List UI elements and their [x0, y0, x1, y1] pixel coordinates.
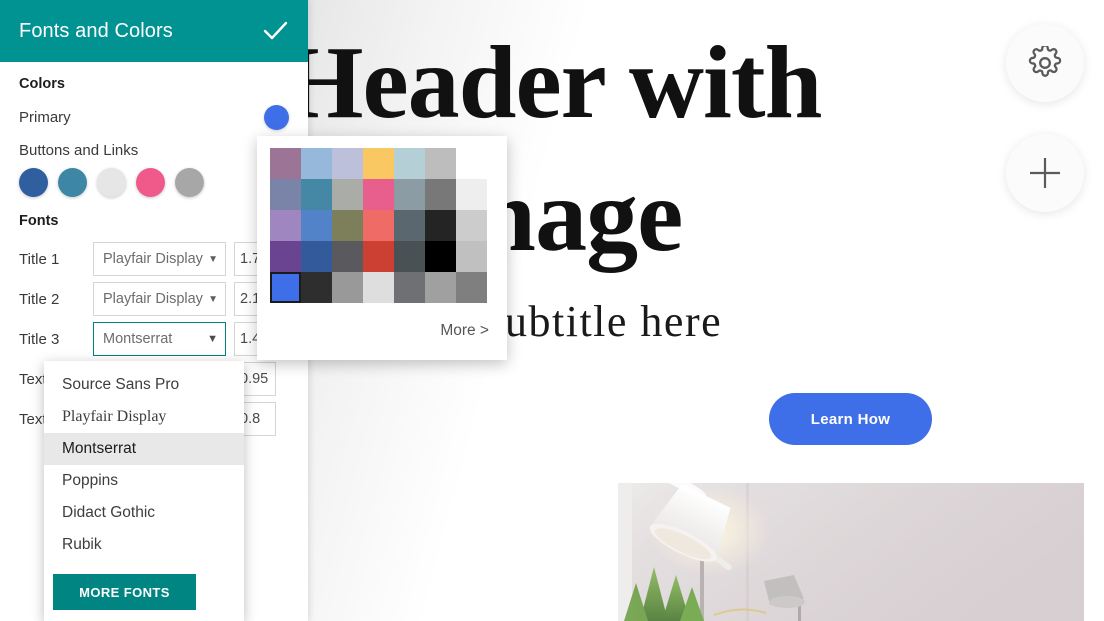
check-icon[interactable] — [260, 18, 290, 44]
font-select-value: Playfair Display — [103, 291, 203, 307]
fonts-section-label: Fonts — [19, 213, 59, 229]
color-swatch-26[interactable] — [425, 241, 456, 272]
plus-icon — [1025, 153, 1065, 193]
buttons-links-swatches — [19, 168, 289, 197]
desk-lamp-photo — [618, 483, 1084, 621]
color-swatch-28[interactable] — [270, 272, 301, 303]
color-swatch-12[interactable] — [425, 179, 456, 210]
color-swatch-15[interactable] — [301, 210, 332, 241]
primary-color-swatch[interactable] — [264, 104, 289, 130]
color-swatch-11[interactable] — [394, 179, 425, 210]
color-swatch-7[interactable] — [270, 179, 301, 210]
color-swatch-10[interactable] — [363, 179, 394, 210]
font-row-label: Title 1 — [19, 250, 60, 268]
font-option-montserrat[interactable]: Montserrat — [44, 433, 244, 465]
font-option-poppins[interactable]: Poppins — [44, 465, 244, 497]
font-option-source-sans-pro[interactable]: Source Sans Pro — [44, 369, 244, 401]
color-swatch-32[interactable] — [394, 272, 425, 303]
color-swatch-21[interactable] — [270, 241, 301, 272]
color-swatch-16[interactable] — [332, 210, 363, 241]
button-link-color-swatch-2[interactable] — [97, 168, 126, 197]
color-swatch-20[interactable] — [456, 210, 487, 241]
button-link-color-swatch-3[interactable] — [136, 168, 165, 197]
primary-color-label: Primary — [19, 108, 71, 126]
add-fab-button[interactable] — [1006, 134, 1084, 212]
font-select-title-2[interactable]: Playfair Display ▼ — [93, 282, 226, 316]
font-dropdown-menu: Source Sans Pro Playfair Display Montserra… — [44, 361, 244, 621]
color-swatch-2[interactable] — [332, 148, 363, 179]
font-dropdown-list: Source Sans Pro Playfair Display Montserra… — [44, 369, 244, 561]
button-link-color-swatch-0[interactable] — [19, 168, 48, 197]
font-select-value: Playfair Display — [103, 251, 203, 267]
font-select-title-3[interactable]: Montserrat ▼ — [93, 322, 226, 356]
color-swatch-17[interactable] — [363, 210, 394, 241]
sidebar-header: Fonts and Colors — [0, 0, 308, 62]
font-option-playfair-display[interactable]: Playfair Display — [44, 401, 244, 433]
gear-icon — [1028, 46, 1062, 80]
color-swatch-31[interactable] — [363, 272, 394, 303]
color-swatch-30[interactable] — [332, 272, 363, 303]
font-row-3: Title 3 Montserrat ▼ 1.4 — [19, 319, 289, 359]
color-swatch-33[interactable] — [425, 272, 456, 303]
font-row-2: Title 2 Playfair Display ▼ 2.1 — [19, 279, 289, 319]
color-picker-popup: More > — [257, 136, 507, 360]
color-swatch-25[interactable] — [394, 241, 425, 272]
color-swatch-23[interactable] — [332, 241, 363, 272]
button-link-color-swatch-4[interactable] — [175, 168, 204, 197]
color-swatch-8[interactable] — [301, 179, 332, 210]
color-swatch-18[interactable] — [394, 210, 425, 241]
color-swatch-9[interactable] — [332, 179, 363, 210]
color-swatch-0[interactable] — [270, 148, 301, 179]
app-root: Header with image Your subtitle here Lea… — [0, 0, 1104, 621]
font-row-label: Title 2 — [19, 290, 60, 308]
learn-how-button[interactable]: Learn How — [769, 393, 932, 445]
more-fonts-button[interactable]: MORE FONTS — [53, 574, 196, 610]
color-swatch-grid — [270, 148, 487, 303]
button-link-color-swatch-1[interactable] — [58, 168, 87, 197]
color-swatch-19[interactable] — [425, 210, 456, 241]
color-swatch-4[interactable] — [394, 148, 425, 179]
font-option-rubik[interactable]: Rubik — [44, 529, 244, 561]
more-colors-link[interactable]: More > — [440, 322, 489, 340]
chevron-down-icon: ▼ — [207, 333, 218, 345]
color-swatch-22[interactable] — [301, 241, 332, 272]
buttons-links-label: Buttons and Links — [19, 142, 139, 159]
font-option-didact-gothic[interactable]: Didact Gothic — [44, 497, 244, 529]
color-swatch-13[interactable] — [456, 179, 487, 210]
color-swatch-34[interactable] — [456, 272, 487, 303]
hero-image — [618, 483, 1084, 621]
panel-title: Fonts and Colors — [19, 19, 173, 42]
color-swatch-1[interactable] — [301, 148, 332, 179]
color-swatch-24[interactable] — [363, 241, 394, 272]
primary-color-row: Primary — [19, 104, 289, 130]
color-swatch-29[interactable] — [301, 272, 332, 303]
color-swatch-5[interactable] — [425, 148, 456, 179]
font-row-1: Title 1 Playfair Display ▼ 1.7 — [19, 239, 289, 279]
font-row-label: Title 3 — [19, 330, 60, 348]
color-swatch-3[interactable] — [363, 148, 394, 179]
color-swatch-6[interactable] — [456, 148, 487, 179]
colors-section-label: Colors — [19, 76, 65, 92]
color-swatch-14[interactable] — [270, 210, 301, 241]
chevron-down-icon: ▼ — [208, 253, 218, 265]
chevron-down-icon: ▼ — [208, 293, 218, 305]
font-select-title-1[interactable]: Playfair Display ▼ — [93, 242, 226, 276]
color-swatch-27[interactable] — [456, 241, 487, 272]
font-select-value: Montserrat — [103, 331, 173, 347]
settings-fab-button[interactable] — [1006, 24, 1084, 102]
